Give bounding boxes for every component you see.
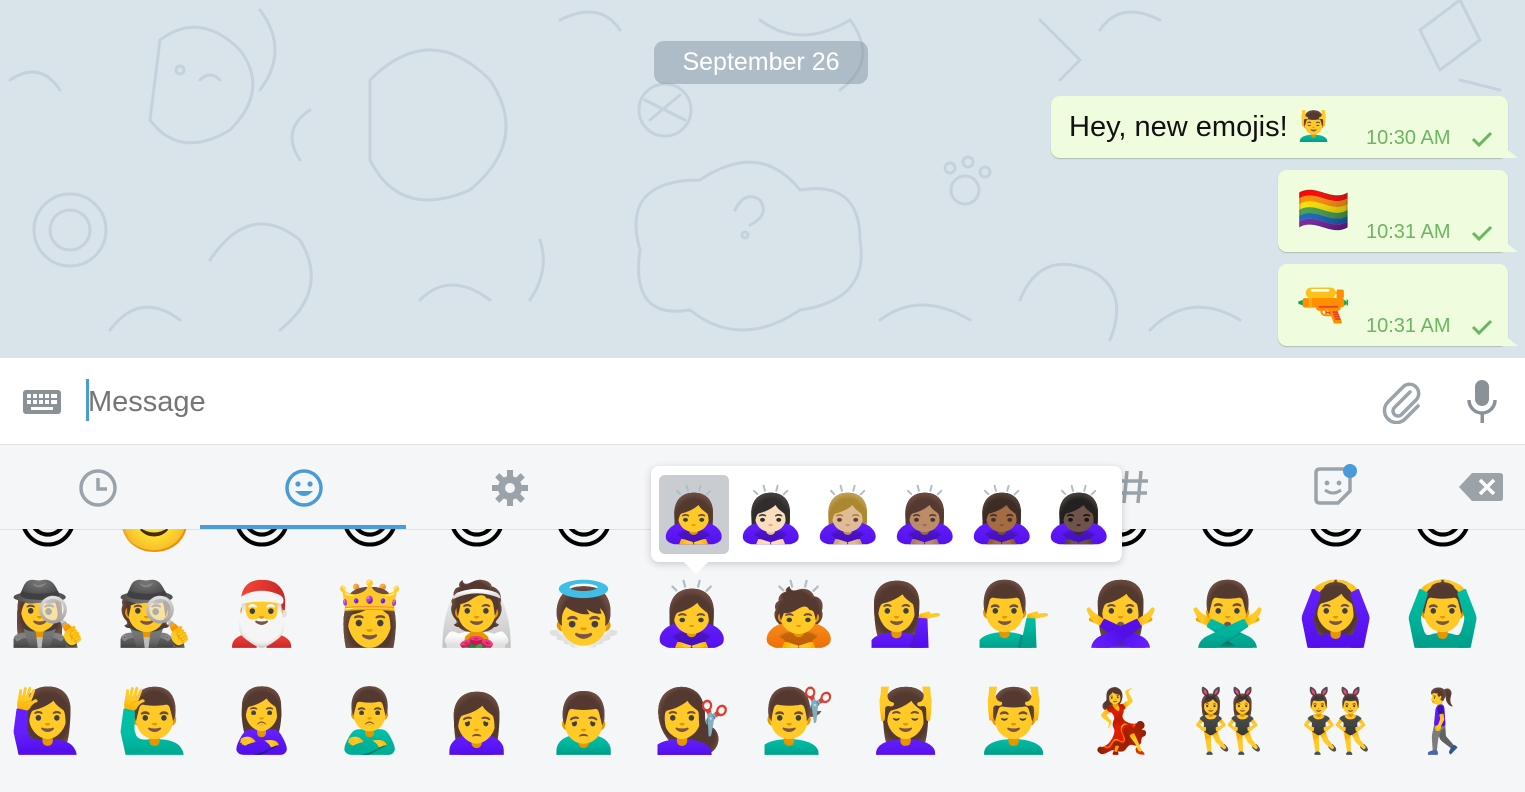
popup-arrow (684, 562, 708, 574)
message-bubble[interactable]: Hey, new emojis! 💆‍♂️ 10:30 AM (1051, 96, 1508, 158)
emoji-key[interactable]: 🙆‍♀️ (1296, 574, 1376, 654)
tab-smileys[interactable] (200, 445, 406, 529)
emoji-key[interactable]: 🙂 (115, 529, 195, 561)
message-text: Hey, new emojis! 💆‍♂️ (1069, 111, 1332, 143)
emoji-key[interactable]: 💇‍♂️ (759, 681, 839, 761)
message-time: 10:30 AM (1366, 127, 1451, 149)
emoji-key[interactable]: 👯‍♂️ (1296, 681, 1376, 761)
sent-check-icon (1471, 131, 1493, 147)
skin-tone-option[interactable]: 🙇🏽‍♀️ (890, 475, 960, 554)
emoji-key[interactable]: 💁‍♀️ (866, 574, 946, 654)
emoji-key[interactable]: 💁‍♂️ (974, 574, 1054, 654)
message-input[interactable] (84, 376, 1350, 428)
clock-icon (79, 469, 117, 507)
bubble-tail (1500, 144, 1518, 158)
emoji-key[interactable]: 😊 (1296, 529, 1376, 561)
message-text: 🏳️‍🌈 (1296, 186, 1351, 235)
emoji-key[interactable]: 💃 (1081, 681, 1161, 761)
sticker-icon (1314, 464, 1357, 505)
emoji-key[interactable]: 🚶‍♀️ (1403, 681, 1483, 761)
message-bubble[interactable]: 🏳️‍🌈 10:31 AM (1278, 170, 1508, 252)
emoji-key[interactable]: 🙋‍♀️ (8, 681, 88, 761)
emoji-key[interactable]: 👰 (437, 574, 517, 654)
emoji-key[interactable]: 😊 (437, 529, 517, 561)
skin-tone-popup: 🙇‍♀️ 🙇🏻‍♀️ 🙇🏼‍♀️ 🙇🏽‍♀️ 🙇🏾‍♀️ 🙇🏿‍♀️ (651, 466, 1122, 574)
emoji-key[interactable]: 👼 (544, 574, 624, 654)
message-input-bar (0, 358, 1525, 444)
emoji-key[interactable]: 😊 (330, 529, 410, 561)
emoji-key[interactable]: 💆‍♂️ (974, 681, 1054, 761)
tab-stickers[interactable] (1236, 445, 1442, 529)
emoji-key[interactable]: 😊 (1188, 529, 1268, 561)
tab-objects[interactable] (406, 445, 612, 529)
emoji-key[interactable]: 😊 (222, 529, 302, 561)
emoji-key[interactable]: 🙅‍♀️ (1081, 574, 1161, 654)
emoji-key[interactable]: 😊 (8, 529, 88, 561)
emoji-key[interactable]: 🙍‍♀️ (437, 681, 517, 761)
skin-tone-option[interactable]: 🙇🏿‍♀️ (1044, 475, 1114, 554)
emoji-key[interactable]: 💇‍♀️ (652, 681, 732, 761)
sent-check-icon (1471, 319, 1493, 335)
emoji-key[interactable]: 🙆‍♂️ (1403, 574, 1483, 654)
microphone-icon[interactable] (1465, 378, 1499, 426)
emoji-key[interactable]: 🙎‍♀️ (222, 681, 302, 761)
skin-tone-option[interactable]: 🙇🏾‍♀️ (967, 475, 1037, 554)
backspace-button[interactable] (1442, 445, 1525, 529)
emoji-grid: 😊🙂😊😊😊😊😊😊😊😊😊😊😊😊🕵️‍♀️🕵️🎅👸👰👼🙇‍♀️🙇💁‍♀️💁‍♂️🙅‍… (0, 529, 1525, 792)
tab-recent[interactable] (0, 445, 200, 529)
emoji-key[interactable]: 🕵️ (115, 574, 195, 654)
emoji-key[interactable]: 🙍‍♂️ (544, 681, 624, 761)
emoji-key[interactable]: 😊 (544, 529, 624, 561)
smiley-icon (285, 469, 323, 507)
sent-check-icon (1471, 225, 1493, 241)
emoji-key[interactable]: 😊 (1403, 529, 1483, 561)
message-time: 10:31 AM (1366, 315, 1451, 337)
emoji-key[interactable]: 💆‍♀️ (866, 681, 946, 761)
keyboard-icon[interactable] (22, 388, 62, 416)
emoji-key[interactable]: 🙎‍♂️ (330, 681, 410, 761)
emoji-key[interactable]: 🙅‍♂️ (1188, 574, 1268, 654)
emoji-key[interactable]: 🎅 (222, 574, 302, 654)
backspace-icon (1459, 473, 1503, 501)
emoji-key[interactable]: 🕵️‍♀️ (8, 574, 88, 654)
skin-tone-option[interactable]: 🙇‍♀️ (659, 475, 729, 554)
date-separator: September 26 (654, 41, 868, 84)
paperclip-icon[interactable] (1380, 380, 1424, 424)
message-bubble[interactable]: 🔫 10:31 AM (1278, 264, 1508, 346)
skin-tone-option[interactable]: 🙇🏻‍♀️ (736, 475, 806, 554)
gear-icon (492, 470, 528, 506)
bubble-tail (1500, 332, 1518, 346)
emoji-key[interactable]: 🙇‍♀️ (652, 574, 732, 654)
emoji-key[interactable]: 👸 (330, 574, 410, 654)
emoji-key[interactable]: 🙋‍♂️ (115, 681, 195, 761)
skin-tone-option[interactable]: 🙇🏼‍♀️ (813, 475, 883, 554)
emoji-key[interactable]: 👯‍♀️ (1188, 681, 1268, 761)
emoji-key[interactable]: 🙇 (759, 574, 839, 654)
bubble-tail (1500, 238, 1518, 252)
message-text: 🔫 (1296, 280, 1351, 329)
text-caret (86, 379, 89, 421)
message-time: 10:31 AM (1366, 221, 1451, 243)
chat-area: September 26 Hey, new emojis! 💆‍♂️ 10:30… (0, 0, 1525, 358)
